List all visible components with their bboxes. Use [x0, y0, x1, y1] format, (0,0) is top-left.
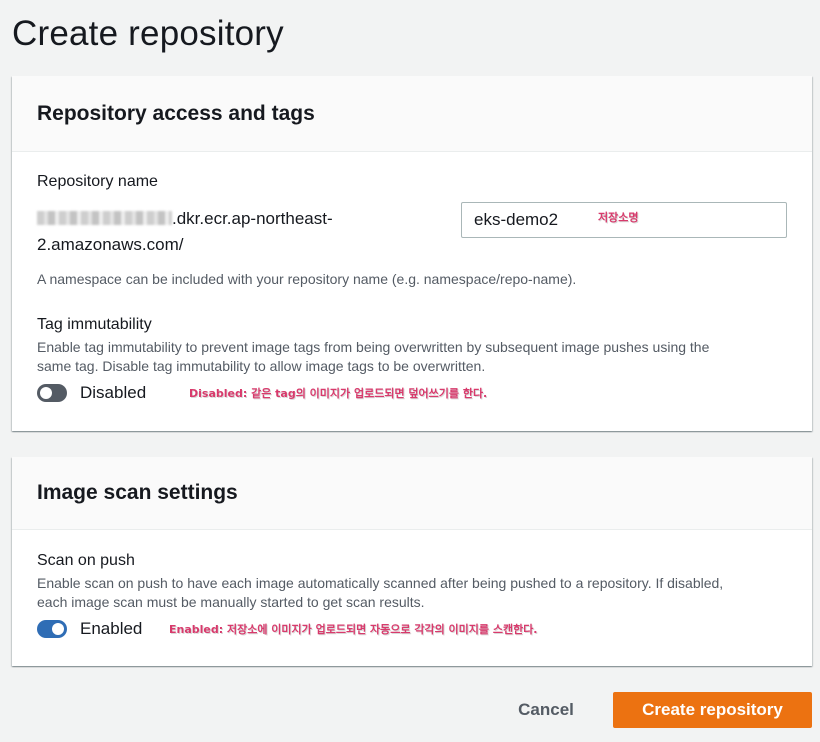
image-scan-panel: Image scan settings Scan on push Enable …: [12, 457, 812, 666]
toggle-knob: [52, 623, 64, 635]
tag-immutability-desc-line2: same tag. Disable tag immutability to al…: [37, 358, 486, 374]
create-repository-button[interactable]: Create repository: [613, 692, 812, 728]
tag-immutability-label: Tag immutability: [37, 316, 152, 333]
cancel-button[interactable]: Cancel: [506, 692, 586, 728]
repository-name-label: Repository name: [37, 173, 158, 190]
repository-access-panel: Repository access and tags Repository na…: [12, 76, 812, 431]
scan-on-push-toggle[interactable]: [37, 620, 67, 638]
tag-immutability-annotation: Disabled: 같은 tag의 이미지가 업로드되면 덮어쓰기를 한다.: [189, 387, 488, 400]
repository-name-annotation: 저장소명: [598, 211, 639, 224]
scan-on-push-annotation: Enabled: 저장소에 이미지가 업로드되면 자동으로 각각의 이미지를 스…: [169, 623, 538, 636]
namespace-hint: A namespace can be included with your re…: [37, 271, 577, 287]
tag-immutability-description: Enable tag immutability to prevent image…: [37, 338, 807, 376]
image-scan-panel-header: Image scan settings: [12, 457, 812, 530]
registry-uri-line2: 2.amazonaws.com/: [37, 235, 184, 254]
repository-access-panel-header: Repository access and tags: [12, 76, 812, 152]
scan-on-push-label: Scan on push: [37, 552, 135, 569]
registry-uri-line1: .dkr.ecr.ap-northeast-: [172, 209, 333, 228]
scan-on-push-state-label: Enabled: [80, 619, 143, 638]
repository-access-panel-title: Repository access and tags: [37, 101, 315, 125]
page-title: Create repository: [12, 14, 284, 53]
toggle-knob: [40, 387, 52, 399]
tag-immutability-state-label: Disabled: [80, 383, 147, 402]
scan-on-push-description: Enable scan on push to have each image a…: [37, 574, 807, 612]
tag-immutability-desc-line1: Enable tag immutability to prevent image…: [37, 339, 710, 355]
tag-immutability-toggle[interactable]: [37, 384, 67, 402]
redacted-account-id: [37, 211, 172, 225]
scan-on-push-desc-line1: Enable scan on push to have each image a…: [37, 575, 724, 591]
registry-uri-prefix: .dkr.ecr.ap-northeast- 2.amazonaws.com/: [37, 206, 417, 258]
image-scan-panel-title: Image scan settings: [37, 481, 238, 504]
scan-on-push-desc-line2: each image scan must be manually started…: [37, 594, 425, 610]
